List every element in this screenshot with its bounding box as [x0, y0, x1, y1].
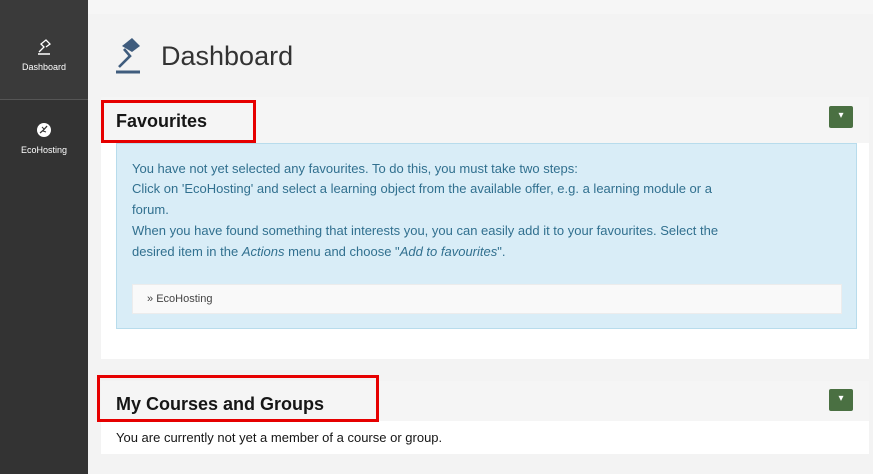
- sidebar-item-ecohosting[interactable]: EcoHosting: [0, 100, 88, 180]
- link-prefix: »: [147, 293, 157, 305]
- info-line: You have not yet selected any favourites…: [132, 161, 578, 176]
- info-line: forum.: [132, 202, 169, 217]
- highlight-box: [97, 375, 379, 422]
- info-text: desired item in the: [132, 244, 242, 259]
- sidebar-item-dashboard[interactable]: Dashboard: [0, 0, 88, 100]
- favourites-panel: Favourites ▾ You have not yet selected a…: [101, 97, 869, 359]
- info-line: When you have found something that inter…: [132, 223, 719, 238]
- info-text: ".: [497, 244, 506, 259]
- dashboard-lamp-icon: [38, 39, 51, 55]
- panel-actions-toggle[interactable]: ▾: [829, 106, 853, 128]
- info-line: Click on 'EcoHosting' and select a learn…: [132, 181, 712, 196]
- chevron-down-icon: ▾: [838, 110, 844, 121]
- leaf-icon: [37, 123, 51, 137]
- ecohosting-link[interactable]: EcoHosting: [156, 293, 212, 305]
- info-line: desired item in the Actions menu and cho…: [132, 244, 505, 260]
- main-sidebar: Dashboard EcoHosting: [0, 0, 88, 474]
- courses-message: You are currently not yet a member of a …: [116, 430, 443, 445]
- panel-header: My Courses and Groups ▾: [97, 375, 869, 422]
- panel-actions-toggle[interactable]: ▾: [829, 389, 853, 411]
- sidebar-item-label: Dashboard: [21, 62, 67, 72]
- info-message: You have not yet selected any favourites…: [116, 143, 857, 329]
- page-title: Dashboard: [161, 41, 294, 71]
- info-emphasis: Actions: [241, 244, 285, 259]
- dashboard-lamp-icon: [116, 38, 140, 74]
- chevron-down-icon: ▾: [838, 393, 844, 404]
- sidebar-item-label: EcoHosting: [20, 145, 68, 155]
- highlight-box: [101, 100, 256, 143]
- repository-link-box: » EcoHosting: [132, 284, 842, 314]
- courses-panel: My Courses and Groups ▾ You are currentl…: [97, 375, 869, 454]
- info-text: menu and choose ": [284, 244, 400, 259]
- info-emphasis: Add to favourites: [399, 244, 498, 259]
- panel-header: Favourites ▾: [101, 97, 869, 143]
- top-bar: [88, 0, 873, 14]
